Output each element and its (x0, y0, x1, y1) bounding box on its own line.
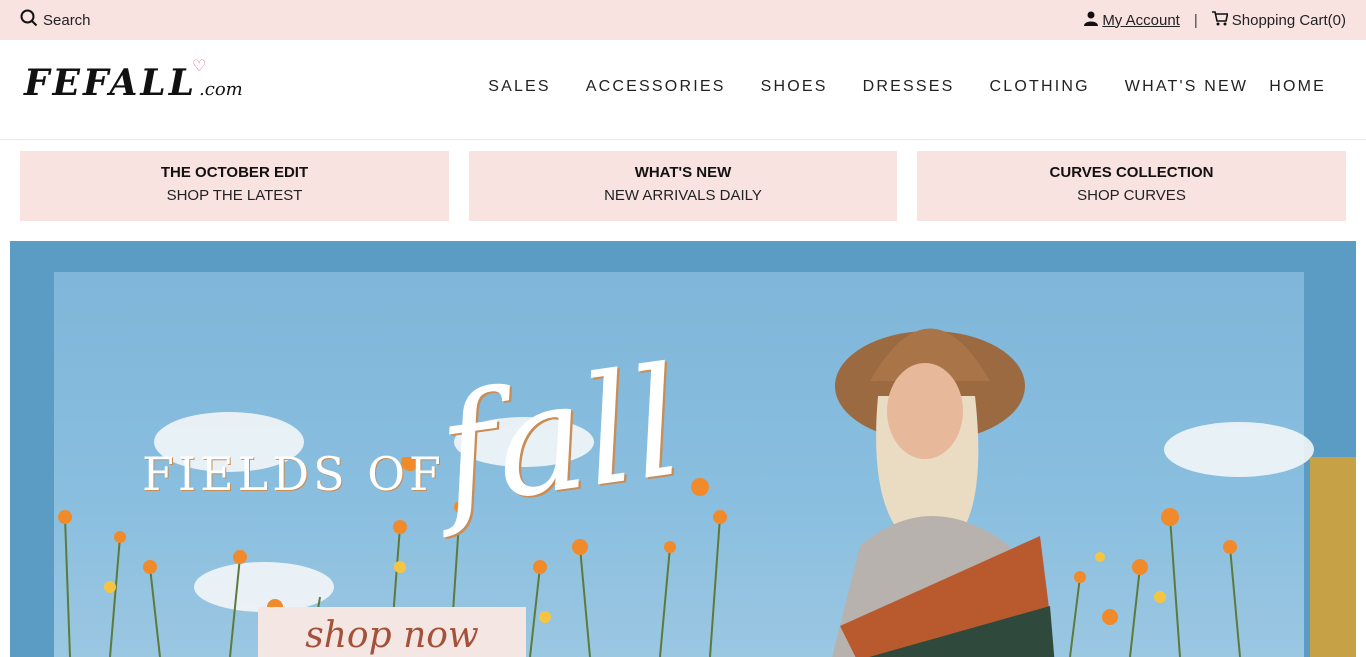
promo-subtitle: NEW ARRIVALS DAILY (604, 187, 762, 204)
hero-headline: FIELDS OF (142, 447, 445, 501)
nav-item-dresses[interactable]: DRESSES (863, 78, 955, 96)
promo-banners: THE OCTOBER EDIT SHOP THE LATEST WHAT'S … (20, 151, 1346, 221)
shopping-cart-link[interactable]: Shopping Cart(0) (1211, 10, 1346, 30)
top-utility-bar: Search My Account | Shopping Cart(0) (0, 0, 1366, 40)
logo-wordmark: FEFALL (24, 62, 198, 104)
search-icon (20, 9, 38, 31)
promo-curves-collection[interactable]: CURVES COLLECTION SHOP CURVES (917, 151, 1346, 221)
user-icon (1084, 11, 1099, 30)
promo-whats-new[interactable]: WHAT'S NEW NEW ARRIVALS DAILY (469, 151, 897, 221)
promo-subtitle: SHOP THE LATEST (166, 187, 303, 204)
promo-title: THE OCTOBER EDIT (160, 164, 309, 181)
my-account-link[interactable]: My Account (1084, 11, 1180, 30)
topbar-separator: | (1193, 11, 1198, 29)
promo-title: WHAT'S NEW (634, 164, 732, 181)
site-logo[interactable]: FEFALL .com ♡ (24, 56, 243, 104)
cart-icon (1211, 10, 1229, 30)
logo-suffix: .com (199, 79, 243, 100)
search-link[interactable]: Search (20, 9, 91, 31)
nav-item-accessories[interactable]: ACCESSORIES (586, 78, 726, 96)
promo-october-edit[interactable]: THE OCTOBER EDIT SHOP THE LATEST (20, 151, 449, 221)
hero-script-word: fall (429, 335, 692, 541)
my-account-label: My Account (1102, 11, 1180, 29)
heart-icon: ♡ (192, 56, 210, 75)
shopping-cart-label: Shopping Cart(0) (1231, 11, 1346, 29)
site-header: FEFALL .com ♡ SALES ACCESSORIES SHOES DR… (0, 40, 1366, 140)
nav-item-shoes[interactable]: SHOES (761, 78, 828, 96)
promo-subtitle: SHOP CURVES (1077, 187, 1186, 204)
nav-item-home[interactable]: HOME (1269, 78, 1326, 96)
nav-item-clothing[interactable]: CLOTHING (989, 78, 1089, 96)
search-label: Search (43, 11, 91, 29)
nav-item-whats-new[interactable]: WHAT'S NEW (1125, 78, 1248, 96)
nav-item-sales[interactable]: SALES (488, 78, 551, 96)
hero-banner[interactable]: FIELDS OF fall shop now (10, 241, 1356, 657)
promo-title: CURVES COLLECTION (1049, 164, 1214, 181)
main-navigation: SALES ACCESSORIES SHOES DRESSES CLOTHING… (488, 78, 1326, 96)
shop-now-button[interactable]: shop now (258, 607, 526, 657)
